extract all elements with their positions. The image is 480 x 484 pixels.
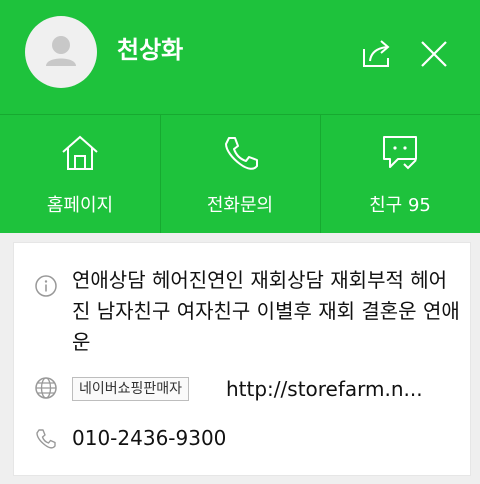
default-avatar-icon [46, 36, 76, 66]
share-icon [363, 40, 390, 67]
seller-badge: 네이버쇼핑판매자 [72, 377, 190, 401]
close-icon [421, 41, 447, 67]
phone-number[interactable]: 010-2436-9300 [72, 424, 226, 452]
website-link[interactable]: http://storefarm.n... [226, 375, 458, 403]
phone-small-icon [34, 427, 58, 451]
info-icon [34, 274, 58, 298]
profile-title: 천상화 [117, 36, 184, 64]
friends-label: 친구 95 [369, 195, 431, 216]
share-button[interactable] [356, 34, 396, 74]
info-card: 연애상담 헤어진연인 재회상담 재회부적 헤어진 남자친구 여자친구 이별후 재… [14, 243, 470, 475]
home-icon [58, 133, 102, 173]
globe-icon [34, 376, 58, 400]
homepage-button[interactable]: 홈페이지 [0, 115, 160, 233]
phone-row[interactable]: 010-2436-9300 [14, 424, 470, 454]
friend-chat-icon [378, 133, 422, 173]
phone-icon [218, 133, 262, 173]
description-text: 연애상담 헤어진연인 재회상담 재회부적 헤어진 남자친구 여자친구 이별후 재… [72, 268, 460, 354]
action-bar: 홈페이지 전화문의 친구 95 [0, 115, 480, 233]
close-button[interactable] [414, 34, 454, 74]
homepage-label: 홈페이지 [46, 195, 114, 216]
profile-header: 천상화 홈페이지 전화문의 친구 95 [0, 0, 480, 233]
avatar[interactable] [25, 16, 97, 88]
phone-inquiry-label: 전화문의 [206, 195, 274, 216]
phone-inquiry-button[interactable]: 전화문의 [160, 115, 320, 233]
website-row[interactable]: 네이버쇼핑판매자 http://storefarm.n... [14, 371, 470, 407]
friends-button[interactable]: 친구 95 [320, 115, 480, 233]
